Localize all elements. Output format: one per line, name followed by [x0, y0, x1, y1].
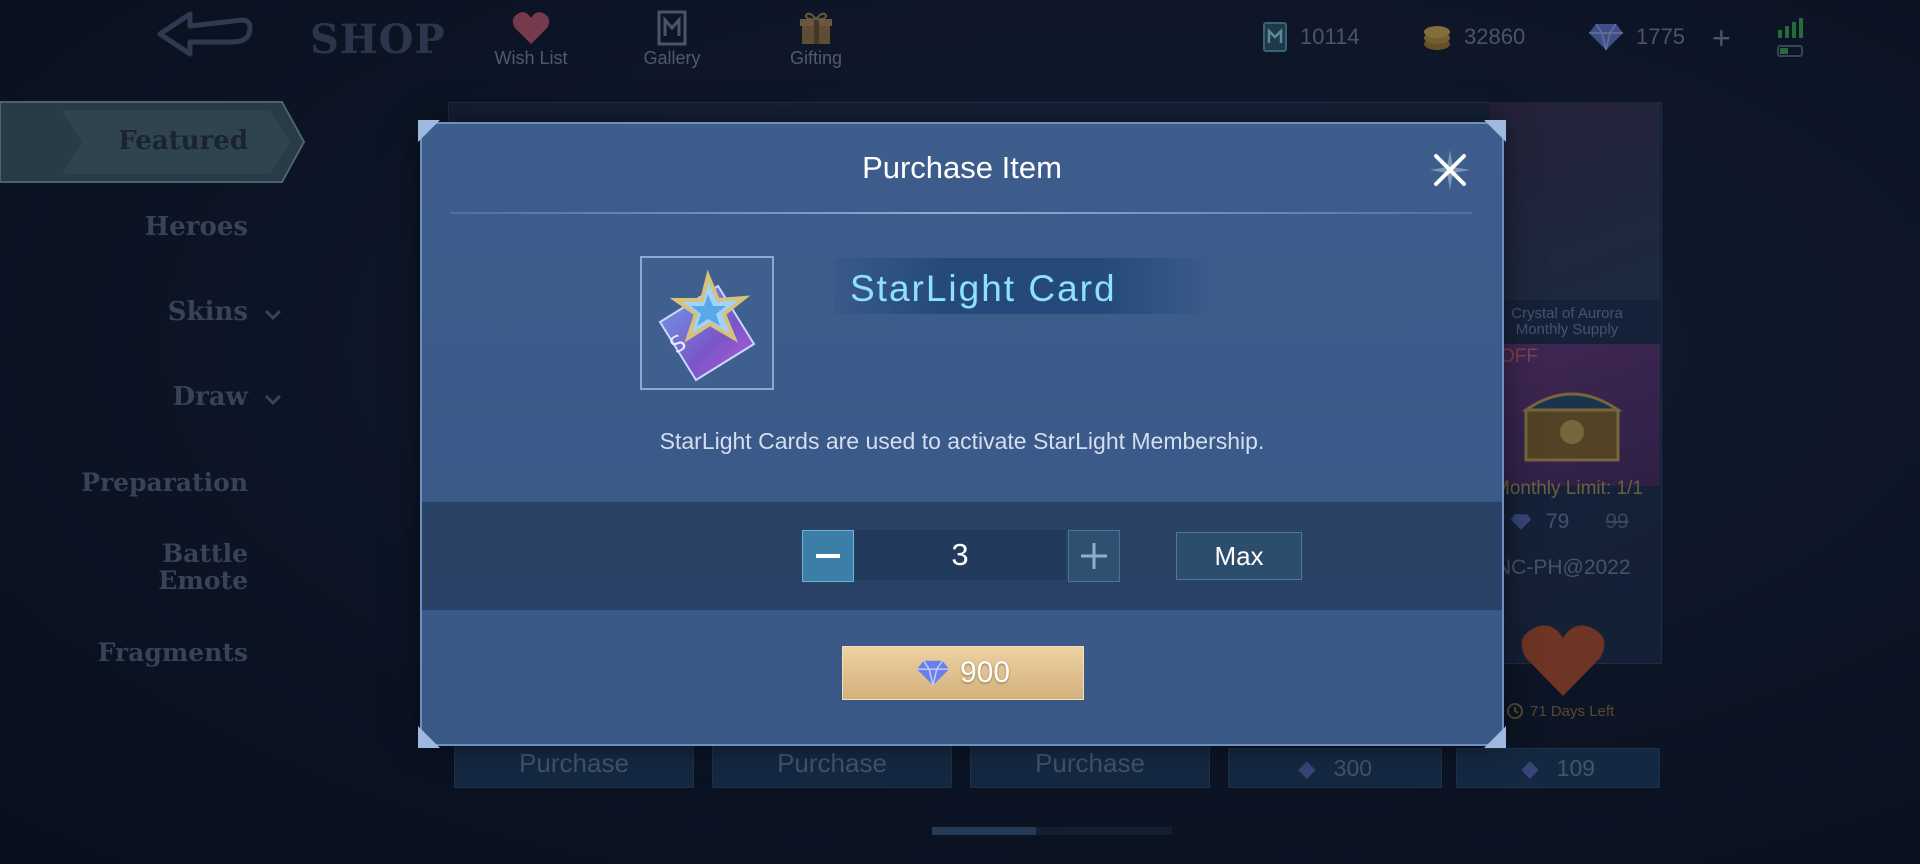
- max-quantity-button[interactable]: Max: [1176, 532, 1302, 580]
- purchase-dialog: Purchase Item S StarLight Card StarLight…: [418, 120, 1506, 748]
- starlight-card-icon: S: [658, 269, 756, 382]
- corner-ornament-icon: [1484, 120, 1506, 142]
- item-thumbnail: S: [640, 256, 774, 390]
- plus-icon: [1081, 543, 1107, 569]
- confirm-purchase-button[interactable]: 900: [842, 646, 1084, 700]
- title-divider: [450, 212, 1472, 214]
- item-name: StarLight Card: [850, 268, 1117, 309]
- quantity-input[interactable]: 3: [854, 530, 1066, 580]
- close-icon[interactable]: [1428, 148, 1472, 192]
- dialog-title: Purchase Item: [862, 150, 1062, 185]
- item-description: StarLight Cards are used to activate Sta…: [659, 428, 1265, 454]
- diamond-icon: [916, 660, 950, 686]
- corner-ornament-icon: [418, 726, 440, 748]
- increase-quantity-button[interactable]: [1068, 530, 1120, 582]
- corner-ornament-icon: [418, 120, 440, 142]
- decrease-quantity-button[interactable]: [802, 530, 854, 582]
- purchase-price: 900: [959, 656, 1011, 689]
- minus-icon: [816, 554, 840, 558]
- corner-ornament-icon: [1484, 726, 1506, 748]
